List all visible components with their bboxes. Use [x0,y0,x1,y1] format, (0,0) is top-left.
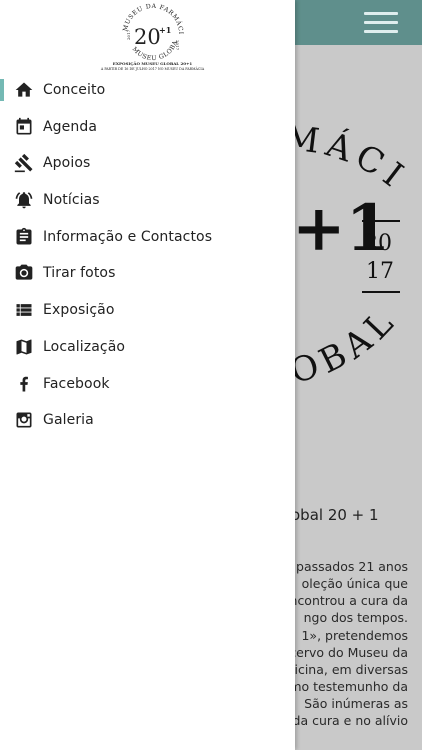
menu-item-exposicao[interactable]: Exposição [0,292,295,329]
svg-text:2017: 2017 [175,40,180,51]
menu-item-galeria[interactable]: Galeria [0,402,295,439]
home-icon [15,82,33,97]
map-icon [16,339,32,355]
drawer-logo: MUSEU DA FARMÁCIA MUSEU GLOBAL 20 +1 201… [95,2,205,71]
menu-item-label: Galeria [43,412,94,429]
facebook-icon [20,376,28,391]
instagram-icon [16,412,32,428]
paragraph-line: ngo dos tempos. [303,610,408,625]
menu-item-label: Agenda [43,118,98,135]
menu-item-label: Exposição [43,302,115,319]
list-icon [16,304,32,316]
drawer-menu: Conceito Agenda Apoios Notícias Informaç… [0,72,295,439]
menu-item-apoios[interactable]: Apoios [0,145,295,182]
logo-year-top: 20 [364,231,392,256]
clipboard-icon [16,227,32,245]
camera-icon [15,265,33,281]
menu-item-noticias[interactable]: Notícias [0,182,295,219]
paragraph-line: mo testemunho da [289,679,408,694]
paragraph-line: oleção única que [301,576,408,591]
menu-item-agenda[interactable]: Agenda [0,109,295,146]
logo-arc-bottom: OBAL [286,299,406,392]
paragraph-line: dicina, em diversas [286,662,408,677]
menu-item-label: Informação e Contactos [43,228,213,245]
calendar-icon [16,117,32,135]
gavel-icon [14,154,33,173]
navigation-drawer: MUSEU DA FARMÁCIA MUSEU GLOBAL 20 +1 201… [0,0,295,750]
menu-item-label: Localização [43,338,126,355]
menu-hamburger-icon[interactable] [364,12,398,34]
logo-year-bottom: 17 [366,259,394,284]
menu-item-conceito[interactable]: Conceito [0,72,295,109]
menu-item-label: Tirar fotos [43,265,116,282]
menu-item-label: Apoios [43,155,91,172]
menu-item-label: Facebook [43,375,110,392]
bell-ring-icon [15,192,33,209]
drawer-logo-subcaption: A PARTIR DE 16 DE JULHO 2017 NO MUSEU DA… [100,66,205,71]
paragraph-line: da cura e no alívio [292,713,408,728]
paragraph-line: cervo do Museu da [289,645,408,660]
drawer-logo-caption: EXPOSIÇÃO MUSEU GLOBAL 20+1 [113,61,193,66]
svg-text:+1: +1 [159,25,171,35]
menu-item-facebook[interactable]: Facebook [0,366,295,403]
menu-item-informacao-contactos[interactable]: Informação e Contactos [0,219,295,256]
drawer-logo-number: 20 [134,25,161,49]
paragraph-line: 1», pretendemos [301,628,408,643]
content-heading: obal 20 + 1 [291,506,379,524]
paragraph-line: ncontrou a cura da [289,593,408,608]
svg-text:2017: 2017 [126,29,131,40]
paragraph-line: e, passados 21 anos [280,559,408,574]
menu-item-localizacao[interactable]: Localização [0,329,295,366]
menu-item-label: Notícias [43,192,100,209]
paragraph-line: São inúmeras as [304,696,408,711]
menu-item-tirar-fotos[interactable]: Tirar fotos [0,255,295,292]
menu-item-label: Conceito [43,82,106,98]
